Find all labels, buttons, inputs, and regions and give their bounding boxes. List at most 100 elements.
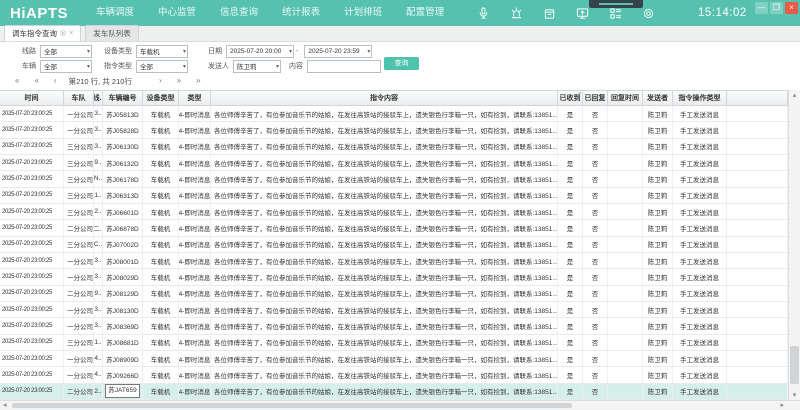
nav-item-5[interactable]: 计划排班 [332, 0, 394, 26]
cell-reply_time [608, 122, 643, 137]
column-header-plate[interactable]: 车辆编号 [103, 91, 143, 105]
cell-replied: 否 [583, 384, 608, 399]
column-header-replied[interactable]: 已回复 [583, 91, 608, 105]
filter-select-value: 车载机 [140, 46, 160, 56]
restore-button[interactable]: ❐ [770, 2, 783, 14]
cell-content: 各位师傅辛苦了，有位参加音乐节的姑娘，在发往高铁站的接驳车上，遗失银色行李箱一只… [211, 269, 558, 284]
column-header-filler[interactable] [727, 91, 788, 105]
search-button[interactable]: 查询 [384, 57, 419, 70]
column-header-sender[interactable]: 发送者 [643, 91, 673, 105]
table-row[interactable]: 2025-07-20 23:00:25三分公司..1..苏J08681D车载机4… [0, 335, 788, 351]
filter-select[interactable]: 2025-07-20 23:59▾ [304, 45, 372, 58]
cell-plate: 苏J05813D [103, 106, 143, 121]
table-row[interactable]: 2025-07-20 23:00:25一分公司..3..苏J08130D车载机4… [0, 302, 788, 318]
scroll-left-icon[interactable]: ◂ [3, 401, 7, 410]
scroll-up-icon[interactable]: ▴ [789, 91, 800, 99]
column-header-received[interactable]: 已收到▾ [558, 91, 583, 105]
filter-select[interactable]: 全部▾ [40, 45, 92, 58]
table-row[interactable]: 2025-07-20 23:00:25一分公司..3..苏J05828D车载机4… [0, 122, 788, 138]
nav-item-1[interactable]: 车辆调度 [84, 0, 146, 26]
table-row[interactable]: 2025-07-20 23:00:25一分公司..3..苏J08001D车载机4… [0, 253, 788, 269]
cell-content: 各位师傅辛苦了，有位参加音乐节的姑娘，在发往高铁站的接驳车上，遗失银色行李箱一只… [211, 204, 558, 219]
column-header-reply_time[interactable]: 回复时间 [608, 91, 643, 105]
column-header-line[interactable]: 线.. [94, 91, 103, 105]
cell-time: 2025-07-20 23:00:25 [0, 335, 64, 350]
column-header-type[interactable]: 类型 [179, 91, 211, 105]
cell-content: 各位师傅辛苦了，有位参加音乐节的姑娘，在发往高铁站的接驳车上，遗失银色行李箱一只… [211, 155, 558, 170]
cell-device: 车载机 [143, 188, 179, 203]
screen-upload-icon[interactable] [575, 6, 589, 20]
prev-group-icon[interactable]: « [34, 77, 38, 85]
scroll-right-icon[interactable]: ▸ [780, 401, 784, 410]
tab-close-icon[interactable]: × [69, 30, 73, 37]
tab-1[interactable]: 调车指令查询◎× [4, 25, 81, 41]
cell-sender: 陈卫莉 [643, 220, 673, 235]
alarm-beacon-icon[interactable] [509, 6, 523, 20]
horizontal-scroll-thumb[interactable] [12, 403, 572, 408]
cell-type: 4-即时消息 [179, 367, 211, 382]
storage-box-icon[interactable] [542, 6, 556, 20]
table-row[interactable]: 2025-07-20 23:00:25三分公司..N..苏J06178D车载机4… [0, 171, 788, 187]
cell-device: 车载机 [143, 204, 179, 219]
plate-edit-box[interactable]: 苏JAT659 [105, 384, 139, 398]
table-row[interactable]: 2025-07-20 23:00:25三分公司..3..苏J06130D车载机4… [0, 139, 788, 155]
cell-line: 3.. [94, 253, 103, 268]
vertical-scroll-thumb[interactable] [790, 346, 799, 384]
filter-select[interactable]: 全部▾ [136, 60, 188, 73]
content-input[interactable] [307, 60, 381, 73]
prev-page-icon[interactable]: ‹ [54, 77, 57, 85]
next-page-icon[interactable]: › [159, 77, 162, 85]
tab-bar: 调车指令查询◎×发车队列表 [0, 26, 800, 42]
filter-select[interactable]: 全部▾ [40, 60, 92, 73]
next-group-icon[interactable]: » [177, 77, 181, 85]
nav-item-3[interactable]: 信息查询 [208, 0, 270, 26]
cell-reply_time [608, 286, 643, 301]
nav-item-6[interactable]: 配置管理 [394, 0, 456, 26]
cell-device: 车载机 [143, 220, 179, 235]
filter-select[interactable]: 陈卫莉▾ [233, 60, 281, 73]
table-row[interactable]: 2025-07-20 23:00:25一分公司..3..苏J08369D车载机4… [0, 318, 788, 334]
column-header-fleet[interactable]: 车队 [64, 91, 94, 105]
horizontal-scrollbar[interactable]: ◂ ▸ [0, 400, 800, 410]
cell-device: 车载机 [143, 384, 179, 399]
first-page-icon[interactable]: « [15, 77, 19, 85]
table-row[interactable]: 2025-07-20 23:00:25一分公司..3..苏J08029D车载机4… [0, 269, 788, 285]
cell-replied: 否 [583, 253, 608, 268]
column-header-time[interactable]: 时间 [0, 91, 64, 105]
column-header-device[interactable]: 设备类型 [143, 91, 179, 105]
table-row[interactable]: 2025-07-20 23:00:25三分公司..1..苏J06313D车载机4… [0, 188, 788, 204]
layout-list-icon[interactable] [608, 6, 622, 20]
last-page-icon[interactable]: » [196, 77, 200, 85]
filter-select[interactable]: 车载机▾ [136, 45, 188, 58]
table-row[interactable]: 2025-07-20 23:00:25二分公司..2..苏JAT659车载机4-… [0, 384, 788, 400]
minimize-button[interactable]: — [755, 2, 768, 14]
cell-plate: 苏J06601D [103, 204, 143, 219]
table-row[interactable]: 2025-07-20 23:00:25一分公司..4..苏J08909D车载机4… [0, 351, 788, 367]
vertical-scrollbar[interactable]: ▴ ▾ [788, 90, 800, 400]
table-row[interactable]: 2025-07-20 23:00:25一分公司..4..苏J09266D车载机4… [0, 367, 788, 383]
filter-select[interactable]: 2025-07-20 20:00▾ [226, 45, 294, 58]
cell-sender: 陈卫莉 [643, 302, 673, 317]
settings-gear-icon[interactable] [641, 6, 655, 20]
tab-refresh-icon[interactable]: ◎ [60, 30, 66, 37]
table-row[interactable]: 2025-07-20 23:00:25二分公司..二..苏J06878D车载机4… [0, 220, 788, 236]
close-button[interactable]: × [785, 2, 798, 14]
microphone-icon[interactable] [476, 6, 490, 20]
nav-item-4[interactable]: 统计报表 [270, 0, 332, 26]
table-row[interactable]: 2025-07-20 23:00:25一分公司..3..苏J05813D车载机4… [0, 106, 788, 122]
table-row[interactable]: 2025-07-20 23:00:25二分公司..9..苏J08129D车载机4… [0, 286, 788, 302]
cell-reply_time [608, 318, 643, 333]
cell-type: 4-即时消息 [179, 204, 211, 219]
table-row[interactable]: 2025-07-20 23:00:25三分公司..2..苏J06601D车载机4… [0, 204, 788, 220]
scroll-down-icon[interactable]: ▾ [789, 391, 800, 399]
cell-op_type: 手工发送消息 [673, 171, 727, 186]
table-row[interactable]: 2025-07-20 23:00:25三分公司..C..苏J07002D车载机4… [0, 237, 788, 253]
cell-replied: 否 [583, 237, 608, 252]
column-header-op_type[interactable]: 指令操作类型 [673, 91, 727, 105]
table-row[interactable]: 2025-07-20 23:00:25三分公司..9..苏J06132D车载机4… [0, 155, 788, 171]
cell-line: 1.. [94, 335, 103, 350]
column-header-content[interactable]: 指令内容 [211, 91, 558, 105]
nav-item-2[interactable]: 中心监管 [146, 0, 208, 26]
cell-received: 是 [558, 384, 583, 399]
tab-2[interactable]: 发车队列表 [85, 25, 139, 41]
